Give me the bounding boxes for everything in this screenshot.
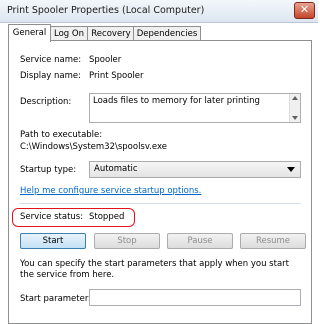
- pause-button[interactable]: Pause: [167, 233, 233, 249]
- description-scrollbar[interactable]: [289, 94, 300, 122]
- close-button[interactable]: ✕: [294, 2, 315, 19]
- help-configure-link[interactable]: Help me configure service startup option…: [20, 186, 201, 196]
- tab-dependencies[interactable]: Dependencies: [133, 26, 201, 41]
- path-value: C:\Windows\System32\spoolsv.exe: [20, 142, 168, 152]
- tab-recovery[interactable]: Recovery: [87, 26, 135, 41]
- close-icon: ✕: [299, 3, 310, 16]
- start-params-input[interactable]: [89, 289, 301, 306]
- window-title: Print Spooler Properties (Local Computer…: [7, 5, 205, 16]
- display-name-label: Display name:: [20, 71, 82, 81]
- startup-type-label: Startup type:: [20, 165, 77, 175]
- general-panel: Service name: Spooler Display name: Prin…: [8, 40, 312, 324]
- scroll-up-icon[interactable]: [292, 96, 298, 100]
- start-button[interactable]: Start: [20, 233, 86, 249]
- service-status-label: Service status:: [20, 212, 84, 222]
- startup-type-select[interactable]: Automatic: [89, 161, 301, 178]
- description-label: Description:: [20, 97, 72, 107]
- start-params-help: You can specify the start parameters tha…: [20, 259, 289, 280]
- stop-button[interactable]: Stop: [94, 233, 160, 249]
- display-name-value: Print Spooler: [89, 71, 144, 81]
- divider: [19, 203, 301, 204]
- service-status-value: Stopped: [89, 212, 125, 222]
- service-name-value: Spooler: [89, 55, 122, 65]
- tab-general[interactable]: General: [8, 24, 51, 42]
- resume-button[interactable]: Resume: [240, 233, 306, 249]
- description-text: Loads files to memory for later printing: [93, 96, 260, 106]
- description-box[interactable]: Loads files to memory for later printing: [89, 93, 301, 123]
- path-label: Path to executable:: [20, 130, 103, 140]
- startup-type-value: Automatic: [94, 164, 138, 174]
- scroll-down-icon[interactable]: [292, 116, 298, 120]
- chevron-down-icon: [287, 167, 295, 172]
- service-name-label: Service name:: [20, 55, 82, 65]
- title-bar: Print Spooler Properties (Local Computer…: [0, 0, 318, 23]
- start-params-label: Start parameters:: [20, 294, 96, 304]
- tab-log-on[interactable]: Log On: [49, 26, 89, 41]
